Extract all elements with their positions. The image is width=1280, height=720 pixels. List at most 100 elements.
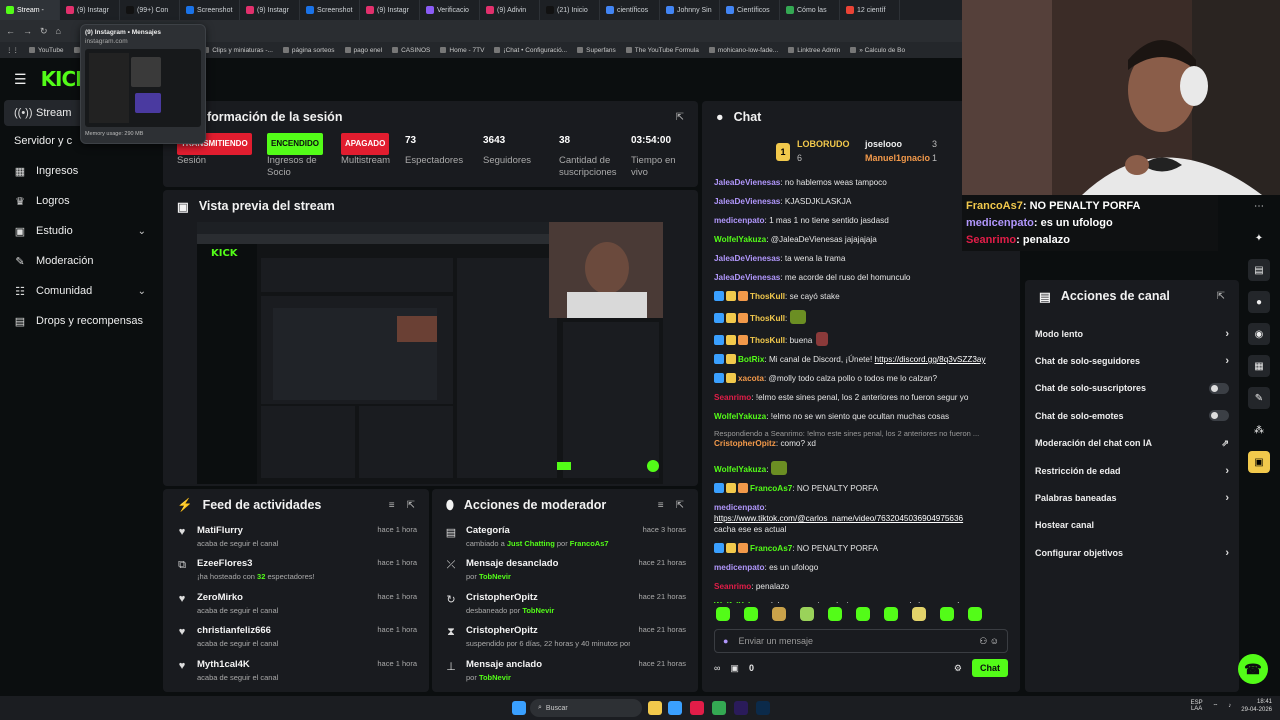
sidebar-item[interactable]: ♛ Logros (0, 186, 160, 216)
chat-message[interactable]: Seanrimo: penalazo (702, 577, 1020, 596)
chat-username[interactable]: JaleaDeVienesas (714, 197, 780, 206)
channel-action-item[interactable]: Configurar objetivos › (1025, 539, 1239, 566)
browser-tab[interactable]: (99+) Con (120, 0, 180, 20)
feed-item-name[interactable]: ZeroMirko (197, 592, 369, 603)
chat-message[interactable]: JaleaDeVienesas: ta wena la trama (702, 249, 1020, 268)
chat-message[interactable]: FrancoAs7: NO PENALTY PORFA (702, 539, 1020, 558)
feed-item-name[interactable]: EzeeFlores3 (197, 558, 369, 569)
detail-highlight[interactable]: TobNevir (522, 606, 554, 615)
browser-tab[interactable]: Screenshot (180, 0, 240, 20)
chat-username[interactable]: Seanrimo (714, 393, 751, 402)
volume-icon[interactable]: ♪ (1228, 703, 1231, 709)
chat-message[interactable]: BotRix: Mi canal de Discord, ¡Únete! htt… (702, 350, 1020, 369)
popout-icon[interactable]: ⇱ (407, 500, 415, 511)
emote-icon[interactable] (968, 607, 982, 621)
feed-item-name[interactable]: Mensaje desanclado (466, 558, 630, 569)
channel-action-item[interactable]: Chat de solo-emotes (1025, 402, 1239, 429)
reload-icon[interactable]: ↻ (40, 26, 48, 37)
bookmark-item[interactable]: » Calculo de Bo (850, 47, 905, 54)
chat-username[interactable]: xacota (738, 374, 764, 383)
emote-icon[interactable] (772, 607, 786, 621)
emote-icon[interactable] (856, 607, 870, 621)
wrench-icon[interactable]: ✎ (1248, 387, 1270, 409)
filter-icon[interactable]: ≡ (658, 500, 664, 511)
back-icon[interactable]: ← (6, 26, 15, 36)
clock[interactable]: 18:41 29-04-2026 (1241, 698, 1272, 714)
feed-item-name[interactable]: MatiFlurry (197, 525, 369, 536)
browser-tab[interactable]: 12 científ (840, 0, 900, 20)
chat-username[interactable]: WolfelYakuza (714, 235, 766, 244)
chat-message[interactable]: WolfelYakuza: !elmo no se wn siento que … (702, 407, 1020, 426)
menu-icon[interactable]: ☰ (14, 71, 27, 88)
emote-picker-icon[interactable]: ⚇ ☺ (979, 636, 999, 647)
browser-tab[interactable]: Verificacio (420, 0, 480, 20)
bookmark-item[interactable]: mohicano-low-fade... (708, 47, 778, 54)
chat-send-button[interactable]: Chat (972, 659, 1008, 677)
premiere-icon[interactable] (734, 701, 748, 715)
popout-icon[interactable]: ⇱ (676, 500, 684, 511)
bookmark-item[interactable]: Clips y miniaturas -... (203, 47, 273, 54)
chat-username[interactable]: WolfelYakuza (714, 412, 766, 421)
chat-icon[interactable]: ● (1248, 291, 1270, 313)
emoji-mic-icon[interactable]: ● (723, 636, 728, 646)
browser-tab[interactable]: Screenshot (300, 0, 360, 20)
bookmark-item[interactable]: The YouTube Formula (625, 47, 699, 54)
stream-preview-video[interactable]: KICK (197, 222, 663, 484)
storage-icon[interactable]: ▦ (1248, 355, 1270, 377)
layout-icon[interactable]: ✦ (1248, 227, 1270, 249)
chat-username[interactable]: medicenpato (714, 216, 765, 225)
detail-highlight[interactable]: Just Chatting (507, 539, 555, 548)
lang-indicator[interactable]: ESP LAA (1191, 700, 1203, 712)
gift-icon[interactable]: ▣ (730, 663, 739, 674)
detail-highlight[interactable]: FrancoAs7 (570, 539, 609, 548)
bookmark-item[interactable]: pago enel (344, 47, 382, 54)
taskbar-search[interactable]: ⌕ Buscar (530, 699, 642, 717)
sidebar-item[interactable]: ▤ Drops y recompensas (0, 306, 160, 336)
channel-action-item[interactable]: Restricción de edad › (1025, 457, 1239, 484)
emote-icon[interactable] (828, 607, 842, 621)
chat-input[interactable]: ● Enviar un mensaje ⚇ ☺ (714, 629, 1008, 653)
chat-message[interactable]: xacota: @molly todo calza pollo o todos … (702, 369, 1020, 388)
users-icon[interactable]: ⁂ (1248, 419, 1270, 441)
browser-tab[interactable]: Cómo las (780, 0, 840, 20)
emote-icon[interactable] (744, 607, 758, 621)
sidebar-item[interactable]: ✎ Moderación (0, 246, 160, 276)
bookmark-item[interactable]: página sorteos (282, 47, 335, 54)
chrome-icon[interactable] (712, 701, 726, 715)
toggle-switch[interactable] (1209, 410, 1229, 422)
clipboard-icon[interactable]: ▤ (1248, 259, 1270, 281)
chat-message[interactable]: ThosKull: se cayó stake (702, 287, 1020, 306)
bookmark-item[interactable]: Linktree Admin (788, 47, 840, 54)
chat-username[interactable]: WolfelYakuza (714, 465, 766, 474)
emote-icon[interactable] (940, 607, 954, 621)
app-icon[interactable] (690, 701, 704, 715)
feed-item-name[interactable]: Myth1cal4K (197, 659, 369, 670)
feed-item-name[interactable]: christianfeliz666 (197, 625, 369, 636)
apps-icon[interactable]: ⋮⋮ (6, 46, 19, 54)
bookmark-item[interactable]: Superfans (577, 47, 616, 54)
browser-tab[interactable]: (9) Instagr (240, 0, 300, 20)
leaderboard-first-name[interactable]: LOBORUDO (797, 139, 850, 149)
forward-icon[interactable]: → (23, 26, 32, 36)
browser-tab[interactable]: (21) Inicio (540, 0, 600, 20)
wifi-icon[interactable]: ⌔ (1213, 702, 1219, 710)
chat-username[interactable]: ThosKull (750, 314, 785, 323)
browser-tab[interactable]: Científicos (720, 0, 780, 20)
settings-icon[interactable]: ⚙ (954, 663, 962, 674)
chat-message[interactable]: JaleaDeVienesas: me acorde del ruso del … (702, 268, 1020, 287)
channel-action-item[interactable]: Chat de solo-suscriptores (1025, 375, 1239, 402)
bookmark-item[interactable]: CASINOS (392, 47, 430, 54)
home-icon[interactable]: ⌂ (56, 26, 61, 36)
bookmark-item[interactable]: ¡Chat • Configuració... (494, 47, 567, 54)
browser-tab[interactable]: (9) Adivin (480, 0, 540, 20)
layout-icon[interactable]: ⋯ (1248, 195, 1270, 217)
sidebar-item[interactable]: ☷ Comunidad ⌄ (0, 276, 160, 306)
chat-username[interactable]: BotRix (738, 355, 764, 364)
chat-username[interactable]: FrancoAs7 (750, 544, 792, 553)
chat-link[interactable]: https://www.tiktok.com/@carlos_name/vide… (714, 514, 963, 523)
chat-username[interactable]: medicenpato (714, 503, 765, 512)
channel-action-item[interactable]: Chat de solo-seguidores › (1025, 347, 1239, 374)
file-explorer-icon[interactable] (648, 701, 662, 715)
leaderboard-third-name[interactable]: Manuel1gnacio (865, 153, 930, 163)
chat-username[interactable]: ThosKull (750, 336, 785, 345)
